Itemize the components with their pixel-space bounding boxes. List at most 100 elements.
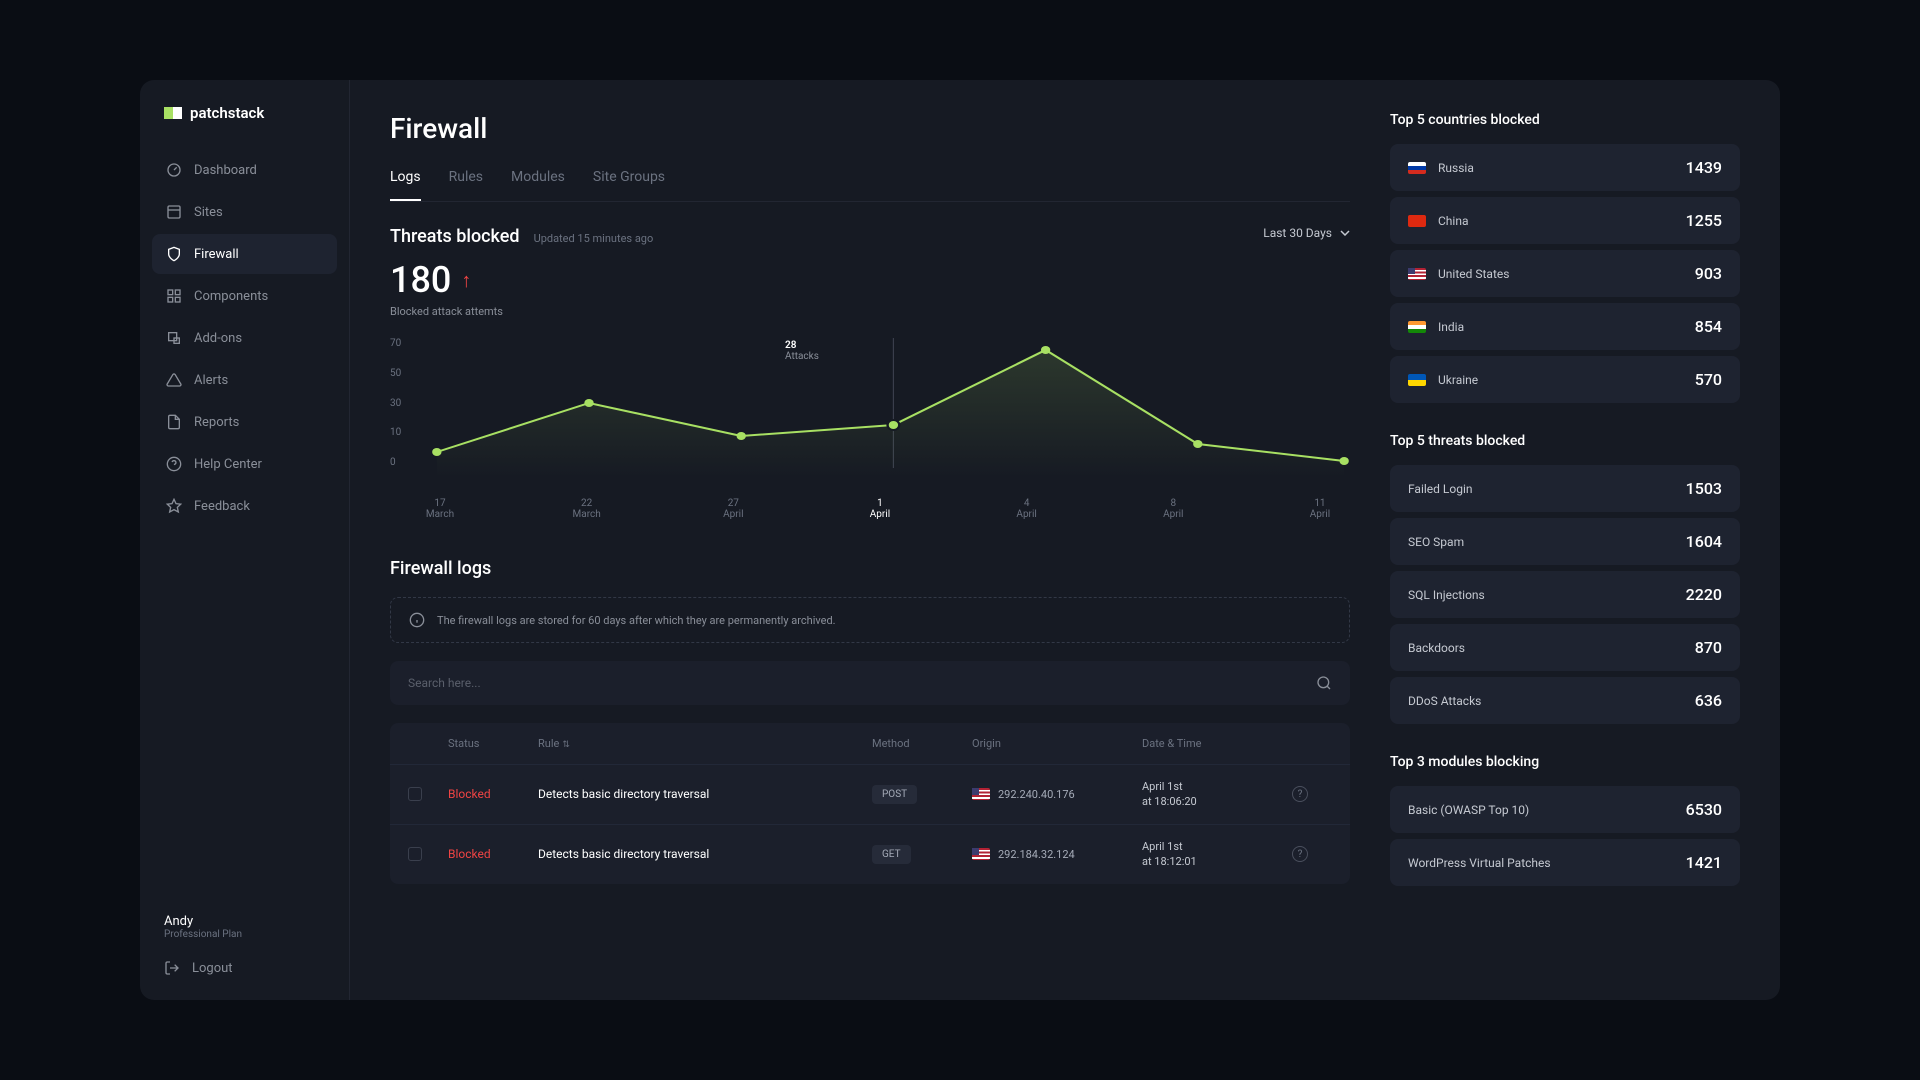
- module-row[interactable]: Basic (OWASP Top 10)6530: [1390, 786, 1740, 833]
- chart-svg: [390, 338, 1350, 488]
- col-rule[interactable]: Rule⇅: [538, 737, 872, 750]
- tab-rules[interactable]: Rules: [449, 169, 483, 201]
- country-row[interactable]: United States903: [1390, 250, 1740, 297]
- origin-cell: 292.240.40.176: [972, 788, 1142, 801]
- table-row[interactable]: Blocked Detects basic directory traversa…: [390, 824, 1350, 884]
- gauge-icon: [166, 162, 182, 178]
- user-plan: Professional Plan: [164, 929, 325, 940]
- sidebar-item-sites[interactable]: Sites: [152, 192, 337, 232]
- sidebar-item-dashboard[interactable]: Dashboard: [152, 150, 337, 190]
- threat-row[interactable]: SEO Spam1604: [1390, 518, 1740, 565]
- threats-subtitle: Blocked attack attemts: [390, 305, 1350, 318]
- row-checkbox[interactable]: [408, 787, 422, 801]
- sidebar-item-help[interactable]: Help Center: [152, 444, 337, 484]
- col-date[interactable]: Date & Time: [1142, 737, 1292, 750]
- flag-ru-icon: [1408, 162, 1426, 174]
- row-checkbox[interactable]: [408, 847, 422, 861]
- sidebar-item-label: Add-ons: [194, 331, 242, 346]
- sidebar: patchstack Dashboard Sites Firewall Comp…: [140, 80, 350, 1000]
- logo-text: patchstack: [190, 104, 264, 122]
- search-icon[interactable]: [1316, 675, 1332, 691]
- sidebar-item-label: Dashboard: [194, 163, 257, 178]
- module-row[interactable]: WordPress Virtual Patches1421: [1390, 839, 1740, 886]
- search-box[interactable]: [390, 661, 1350, 705]
- sidebar-item-label: Sites: [194, 205, 223, 220]
- country-row[interactable]: India854: [1390, 303, 1740, 350]
- table-row[interactable]: Blocked Detects basic directory traversa…: [390, 764, 1350, 824]
- modules-title: Top 3 modules blocking: [1390, 754, 1740, 770]
- page-title: Firewall: [390, 112, 1350, 145]
- threats-chart: 70 50 30 10 0: [390, 338, 1350, 518]
- updated-label: Updated 15 minutes ago: [534, 232, 654, 245]
- threats-list-title: Top 5 threats blocked: [1390, 433, 1740, 449]
- chart-tooltip: 28 Attacks: [785, 340, 819, 362]
- y-axis-labels: 70 50 30 10 0: [390, 338, 401, 468]
- components-icon: [166, 288, 182, 304]
- threat-row[interactable]: Backdoors870: [1390, 624, 1740, 671]
- col-origin[interactable]: Origin: [972, 737, 1142, 750]
- sidebar-item-label: Alerts: [194, 373, 228, 388]
- tab-modules[interactable]: Modules: [511, 169, 565, 201]
- country-row[interactable]: Ukraine570: [1390, 356, 1740, 403]
- flag-us-icon: [1408, 268, 1426, 280]
- datetime-cell: April 1stat 18:06:20: [1142, 779, 1292, 810]
- flag-in-icon: [1408, 321, 1426, 333]
- flag-cn-icon: [1408, 215, 1426, 227]
- tab-sitegroups[interactable]: Site Groups: [593, 169, 665, 201]
- x-axis-labels: 17March 22March 27April 1April 4April 8A…: [390, 498, 1350, 520]
- logs-table: Status Rule⇅ Method Origin Date & Time B…: [390, 723, 1350, 884]
- country-row[interactable]: Russia1439: [1390, 144, 1740, 191]
- row-help-icon[interactable]: ?: [1292, 846, 1308, 862]
- grid-icon: [166, 204, 182, 220]
- info-icon: [409, 612, 425, 628]
- sidebar-nav: Dashboard Sites Firewall Components Add-…: [140, 150, 349, 914]
- search-input[interactable]: [408, 676, 1316, 690]
- addon-icon: [166, 330, 182, 346]
- logout-label: Logout: [192, 961, 233, 976]
- sidebar-item-feedback[interactable]: Feedback: [152, 486, 337, 526]
- sidebar-item-label: Feedback: [194, 499, 250, 514]
- file-icon: [166, 414, 182, 430]
- rule-text: Detects basic directory traversal: [538, 847, 872, 861]
- sidebar-item-label: Firewall: [194, 247, 239, 262]
- method-badge: POST: [872, 785, 917, 804]
- sidebar-item-label: Reports: [194, 415, 239, 430]
- trend-up-icon: ↑: [461, 268, 471, 293]
- countries-title: Top 5 countries blocked: [1390, 112, 1740, 128]
- origin-cell: 292.184.32.124: [972, 848, 1142, 861]
- sidebar-item-label: Help Center: [194, 457, 262, 472]
- sidebar-item-firewall[interactable]: Firewall: [152, 234, 337, 274]
- sidebar-item-addons[interactable]: Add-ons: [152, 318, 337, 358]
- threat-row[interactable]: SQL Injections2220: [1390, 571, 1740, 618]
- datetime-cell: April 1stat 18:12:01: [1142, 839, 1292, 870]
- method-badge: GET: [872, 845, 911, 864]
- threat-row[interactable]: Failed Login1503: [1390, 465, 1740, 512]
- sidebar-item-components[interactable]: Components: [152, 276, 337, 316]
- col-method[interactable]: Method: [872, 737, 972, 750]
- info-banner: The firewall logs are stored for 60 days…: [390, 597, 1350, 643]
- user-name: Andy: [164, 914, 325, 929]
- status-badge: Blocked: [448, 847, 538, 861]
- logo-mark-icon: [164, 107, 182, 119]
- sidebar-item-reports[interactable]: Reports: [152, 402, 337, 442]
- sidebar-item-label: Components: [194, 289, 268, 304]
- threat-row[interactable]: DDoS Attacks636: [1390, 677, 1740, 724]
- star-icon: [166, 498, 182, 514]
- flag-ua-icon: [1408, 374, 1426, 386]
- threats-title: Threats blocked Updated 15 minutes ago: [390, 226, 653, 247]
- tab-logs[interactable]: Logs: [390, 169, 421, 201]
- status-badge: Blocked: [448, 787, 538, 801]
- flag-us-icon: [972, 848, 990, 860]
- rule-text: Detects basic directory traversal: [538, 787, 872, 801]
- user-block[interactable]: Andy Professional Plan: [164, 914, 325, 940]
- shield-icon: [166, 246, 182, 262]
- threats-count: 180 ↑: [390, 259, 1350, 301]
- logout-button[interactable]: Logout: [164, 960, 325, 976]
- date-range-dropdown[interactable]: Last 30 Days: [1263, 226, 1350, 240]
- country-row[interactable]: China1255: [1390, 197, 1740, 244]
- row-help-icon[interactable]: ?: [1292, 786, 1308, 802]
- logo[interactable]: patchstack: [140, 104, 349, 150]
- col-status[interactable]: Status: [448, 737, 538, 750]
- chevron-down-icon: [1340, 230, 1350, 236]
- sidebar-item-alerts[interactable]: Alerts: [152, 360, 337, 400]
